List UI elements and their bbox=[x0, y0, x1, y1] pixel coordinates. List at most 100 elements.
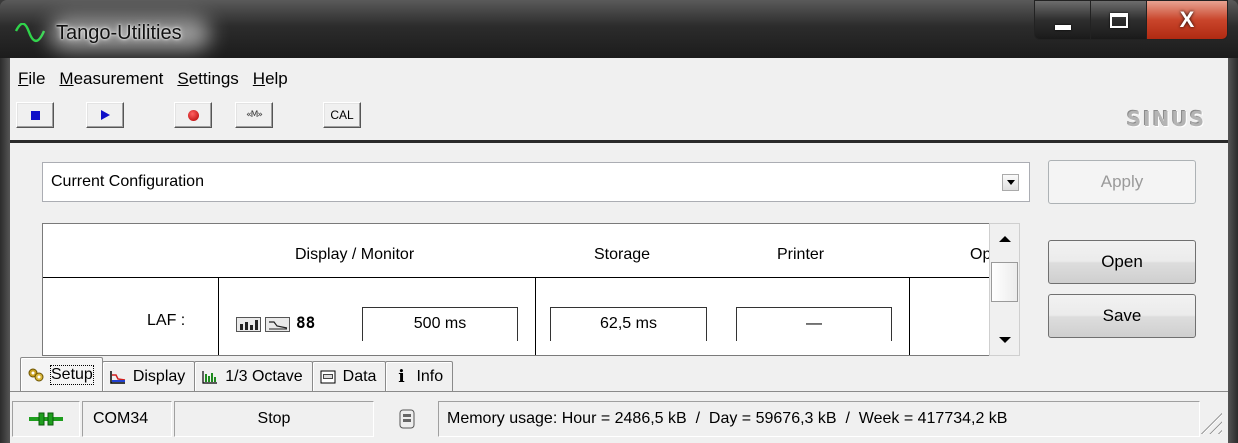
menu-measurement-label: easurement bbox=[73, 69, 164, 88]
marker-icon: «M» bbox=[246, 110, 263, 120]
info-icon: i bbox=[398, 366, 405, 387]
minimize-icon bbox=[1054, 24, 1071, 30]
maximize-icon bbox=[1109, 12, 1128, 28]
column-divider bbox=[535, 277, 536, 355]
memory-icon-pane bbox=[376, 401, 438, 437]
tab-setup[interactable]: Setup bbox=[20, 357, 103, 391]
scroll-up-button[interactable] bbox=[990, 224, 1019, 254]
scroll-thumb[interactable] bbox=[991, 262, 1018, 302]
title-bar[interactable]: Tango-Utilities X bbox=[0, 0, 1238, 58]
apply-button[interactable]: Apply bbox=[1048, 160, 1196, 204]
header-display-monitor: Display / Monitor bbox=[295, 246, 415, 263]
chevron-down-icon bbox=[1006, 180, 1015, 185]
setup-icon bbox=[28, 368, 44, 382]
open-button[interactable]: Open bbox=[1048, 240, 1196, 284]
menu-settings-label: ettings bbox=[188, 69, 239, 88]
row-label-laf: LAF : bbox=[147, 312, 186, 329]
configuration-value: Current Configuration bbox=[51, 173, 204, 190]
data-icon bbox=[320, 370, 336, 384]
client-area: File Measurement Settings Help «M» CAL S… bbox=[10, 58, 1228, 443]
save-button[interactable]: Save bbox=[1048, 294, 1196, 338]
menu-file-accel: F bbox=[18, 69, 29, 88]
tab-octave[interactable]: 1/3 Octave bbox=[194, 361, 313, 391]
digits-icon[interactable]: 88 bbox=[296, 313, 315, 332]
tab-display-label: Display bbox=[132, 367, 186, 385]
tab-octave-label: 1/3 Octave bbox=[225, 367, 303, 385]
play-icon bbox=[100, 110, 110, 120]
column-divider bbox=[218, 277, 219, 355]
bar-chart-glyph bbox=[239, 320, 258, 330]
port-pane: COM34 bbox=[82, 401, 172, 437]
header-printer: Printer bbox=[777, 246, 825, 263]
menu-settings[interactable]: Settings bbox=[170, 68, 245, 90]
stop-icon bbox=[30, 110, 40, 120]
toolbar-separator bbox=[10, 140, 1228, 143]
memory-icon bbox=[399, 409, 415, 429]
minimize-button[interactable] bbox=[1034, 0, 1090, 40]
marker-button[interactable]: «M» bbox=[235, 102, 273, 128]
sine-wave-icon bbox=[14, 23, 46, 43]
caption-buttons: X bbox=[1034, 0, 1228, 40]
window-frame-left bbox=[0, 58, 10, 443]
menu-measurement-accel: M bbox=[59, 69, 74, 88]
menu-help-accel: H bbox=[252, 69, 266, 88]
open-label: Open bbox=[1101, 252, 1143, 271]
tab-data-label: Data bbox=[342, 367, 377, 385]
header-storage: Storage bbox=[594, 246, 651, 263]
header-divider bbox=[43, 277, 989, 278]
connection-icon bbox=[29, 412, 63, 426]
tab-strip: Setup Display 1/3 Octave Data i Info bbox=[20, 357, 454, 391]
close-icon: X bbox=[1179, 7, 1195, 32]
state-label: Stop bbox=[257, 410, 291, 427]
header-op: Op bbox=[970, 246, 989, 263]
menu-file[interactable]: File bbox=[10, 68, 52, 90]
close-button[interactable]: X bbox=[1146, 0, 1228, 40]
memory-pane: Memory usage: Hour = 2486,5 kB / Day = 5… bbox=[438, 401, 1200, 437]
port-label: COM34 bbox=[93, 410, 149, 427]
menu-help-label: elp bbox=[265, 69, 288, 88]
window-frame-right bbox=[1228, 58, 1238, 443]
curve-icon[interactable] bbox=[265, 317, 290, 332]
status-bar: COM34 Stop Memory usage: Hour = 2486,5 k… bbox=[10, 398, 1228, 440]
record-button[interactable] bbox=[174, 102, 212, 128]
storage-value-field[interactable]: 62,5 ms bbox=[550, 307, 707, 341]
tab-setup-label: Setup bbox=[50, 364, 94, 385]
connection-pane bbox=[12, 401, 80, 437]
octave-icon bbox=[202, 370, 218, 384]
display-value-field[interactable]: 500 ms bbox=[362, 307, 518, 341]
curve-glyph bbox=[268, 321, 287, 330]
memory-usage-text: Memory usage: Hour = 2486,5 kB / Day = 5… bbox=[447, 410, 1008, 427]
menu-settings-accel: S bbox=[177, 69, 189, 88]
scroll-down-button[interactable] bbox=[990, 325, 1019, 355]
bar-chart-icon[interactable] bbox=[236, 317, 261, 332]
maximize-button[interactable] bbox=[1090, 0, 1146, 40]
toolbar: «M» CAL SINUS bbox=[10, 102, 1228, 131]
settings-grid[interactable]: Display / Monitor Storage Printer Op LAF… bbox=[42, 223, 989, 356]
tab-info-label: Info bbox=[416, 367, 444, 385]
scroll-up-icon bbox=[998, 236, 1011, 242]
resize-grip[interactable] bbox=[1200, 412, 1222, 434]
configuration-dropdown[interactable]: Current Configuration bbox=[42, 162, 1030, 202]
dropdown-button[interactable] bbox=[1002, 174, 1019, 191]
window-title: Tango-Utilities bbox=[56, 22, 182, 44]
sinus-logo: SINUS bbox=[1126, 107, 1206, 131]
cal-label: CAL bbox=[330, 108, 354, 122]
play-button[interactable] bbox=[86, 102, 124, 128]
tab-data[interactable]: Data bbox=[311, 361, 387, 391]
menu-help[interactable]: Help bbox=[246, 68, 295, 90]
column-divider bbox=[909, 277, 910, 355]
calibrate-button[interactable]: CAL bbox=[323, 102, 361, 128]
state-pane: Stop bbox=[174, 401, 374, 437]
menu-measurement[interactable]: Measurement bbox=[52, 68, 170, 90]
apply-label: Apply bbox=[1100, 172, 1144, 191]
scroll-down-icon bbox=[998, 337, 1011, 343]
tab-display[interactable]: Display bbox=[101, 361, 196, 391]
tab-info[interactable]: i Info bbox=[385, 361, 454, 391]
record-icon bbox=[187, 109, 199, 121]
printer-value-field[interactable]: — bbox=[736, 307, 892, 341]
stop-button[interactable] bbox=[16, 102, 54, 128]
menu-file-label: ile bbox=[28, 69, 46, 88]
save-label: Save bbox=[1102, 306, 1142, 325]
display-icon bbox=[110, 370, 126, 384]
grid-vertical-scrollbar[interactable] bbox=[989, 223, 1020, 356]
